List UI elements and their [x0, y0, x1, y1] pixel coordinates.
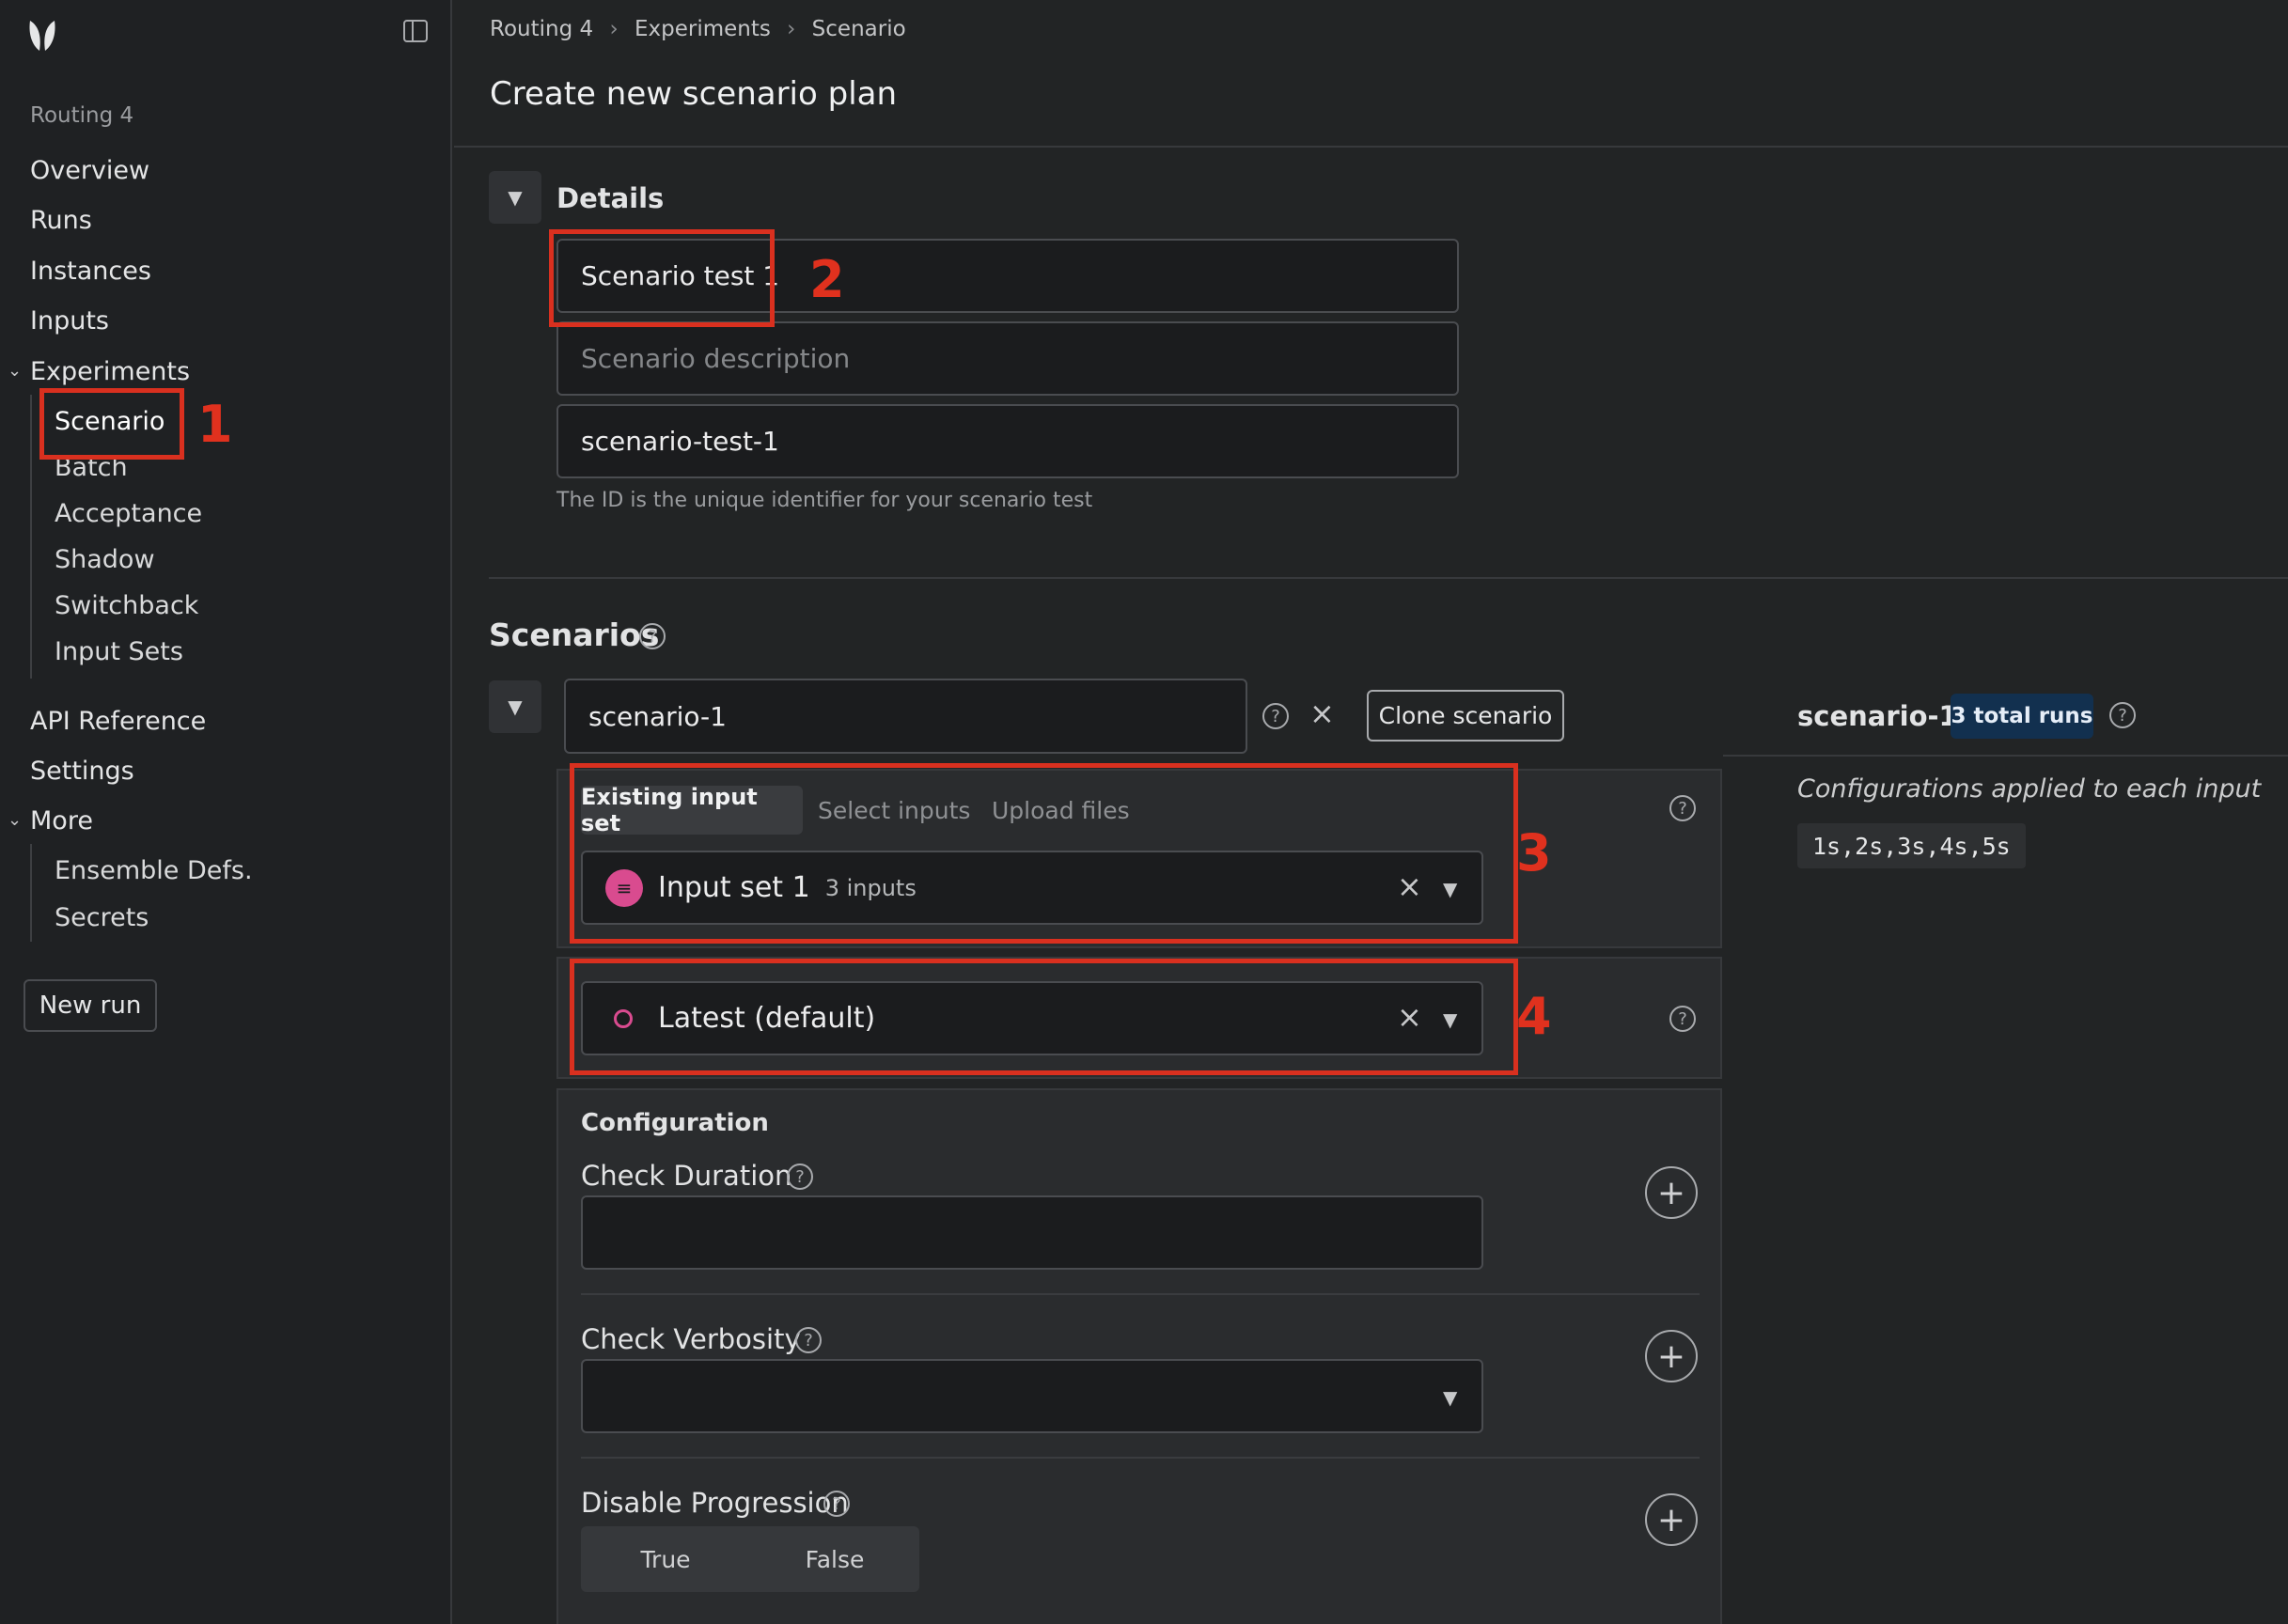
- divider: [489, 577, 2288, 579]
- sidebar-item-more[interactable]: More: [30, 806, 93, 835]
- check-duration-label: Check Duration: [581, 1160, 792, 1192]
- help-icon[interactable]: ?: [787, 1163, 813, 1190]
- sidebar-item-acceptance[interactable]: Acceptance: [55, 499, 202, 528]
- tree-line: [30, 395, 32, 679]
- sidebar-item-overview[interactable]: Overview: [30, 156, 149, 185]
- divider: [1723, 755, 2288, 757]
- breadcrumb: Routing 4 › Experiments › Scenario: [490, 17, 906, 41]
- sidebar-item-api-reference[interactable]: API Reference: [30, 707, 206, 736]
- help-icon[interactable]: ?: [795, 1327, 822, 1353]
- toggle-true[interactable]: True: [581, 1526, 750, 1592]
- disable-progression-label: Disable Progression: [581, 1487, 849, 1519]
- check-duration-input[interactable]: [581, 1195, 1483, 1270]
- summary-scenario-name: scenario-1: [1797, 700, 1958, 732]
- divider: [454, 146, 2288, 148]
- scenarios-title: Scenarios: [489, 617, 660, 653]
- add-icon[interactable]: +: [1645, 1330, 1698, 1382]
- help-icon[interactable]: ?: [823, 1491, 850, 1517]
- annotation-box-4: [570, 959, 1518, 1075]
- annotation-number-2: 2: [809, 250, 845, 309]
- sidebar-item-instances[interactable]: Instances: [30, 257, 151, 286]
- runs-badge: 3 total runs: [1951, 694, 2093, 739]
- tree-line: [30, 844, 32, 942]
- add-icon[interactable]: +: [1645, 1166, 1698, 1219]
- sidebar-item-ensemble-defs[interactable]: Ensemble Defs.: [55, 856, 253, 885]
- scenario-collapse-button[interactable]: ▼: [489, 680, 541, 733]
- configuration-title: Configuration: [581, 1109, 769, 1137]
- chevron-down-icon[interactable]: ⌄: [8, 361, 22, 381]
- annotation-box-3: [570, 763, 1518, 944]
- help-icon[interactable]: ?: [1262, 703, 1289, 729]
- config-values: 1s,2s,3s,4s,5s: [1797, 823, 2026, 868]
- annotation-number-4: 4: [1516, 987, 1552, 1046]
- divider: [581, 1293, 1700, 1295]
- breadcrumb-routing[interactable]: Routing 4: [490, 17, 593, 41]
- sidebar-item-shadow[interactable]: Shadow: [55, 545, 155, 574]
- annotation-number-3: 3: [1516, 823, 1552, 882]
- new-run-button[interactable]: New run: [24, 979, 157, 1032]
- page-title: Create new scenario plan: [490, 75, 898, 113]
- sidebar-item-switchback[interactable]: Switchback: [55, 591, 198, 620]
- scenario-name-field[interactable]: scenario-1: [564, 679, 1247, 754]
- breadcrumb-experiments[interactable]: Experiments: [635, 17, 771, 41]
- caret-down-icon: ▼: [508, 186, 523, 209]
- add-icon[interactable]: +: [1645, 1493, 1698, 1546]
- chevron-right-icon: ›: [787, 17, 796, 41]
- sidebar-item-settings[interactable]: Settings: [30, 757, 134, 786]
- details-collapse-button[interactable]: ▼: [489, 171, 541, 224]
- scenario-id-input[interactable]: scenario-test-1: [556, 404, 1459, 478]
- org-label: Routing 4: [30, 103, 134, 128]
- help-icon[interactable]: ?: [1669, 1006, 1696, 1032]
- sidebar: Routing 4 Overview Runs Instances Inputs…: [0, 0, 452, 1624]
- main-content: Routing 4 › Experiments › Scenario Creat…: [454, 0, 2288, 1624]
- caret-down-icon: ▼: [508, 695, 523, 718]
- annotation-box-1: [39, 388, 184, 460]
- annotation-box-2: [549, 229, 775, 327]
- config-note: Configurations applied to each input: [1797, 774, 2262, 804]
- annotation-number-1: 1: [197, 395, 233, 454]
- sidebar-item-input-sets[interactable]: Input Sets: [55, 637, 183, 666]
- details-label: Details: [556, 182, 665, 214]
- logo-icon[interactable]: [26, 17, 58, 55]
- help-icon[interactable]: ?: [2109, 702, 2136, 728]
- caret-down-icon[interactable]: ▼: [1443, 1386, 1457, 1409]
- check-verbosity-label: Check Verbosity: [581, 1323, 801, 1355]
- clone-scenario-button[interactable]: Clone scenario: [1367, 690, 1564, 742]
- close-icon[interactable]: ×: [1309, 695, 1335, 731]
- chevron-right-icon: ›: [609, 17, 619, 41]
- check-verbosity-select[interactable]: [581, 1359, 1483, 1433]
- sidebar-item-runs[interactable]: Runs: [30, 206, 92, 235]
- sidebar-item-inputs[interactable]: Inputs: [30, 306, 109, 336]
- help-icon[interactable]: ?: [1669, 795, 1696, 821]
- toggle-false[interactable]: False: [750, 1526, 919, 1592]
- divider: [581, 1457, 1700, 1459]
- help-icon[interactable]: ?: [639, 623, 666, 649]
- sidebar-toggle-icon[interactable]: [402, 19, 429, 43]
- scenario-description-input[interactable]: Scenario description: [556, 321, 1459, 396]
- sidebar-item-experiments[interactable]: Experiments: [30, 357, 190, 386]
- sidebar-item-secrets[interactable]: Secrets: [55, 903, 149, 932]
- id-hint: The ID is the unique identifier for your…: [556, 489, 1093, 512]
- breadcrumb-scenario[interactable]: Scenario: [812, 17, 906, 41]
- chevron-down-icon[interactable]: ⌄: [8, 810, 22, 830]
